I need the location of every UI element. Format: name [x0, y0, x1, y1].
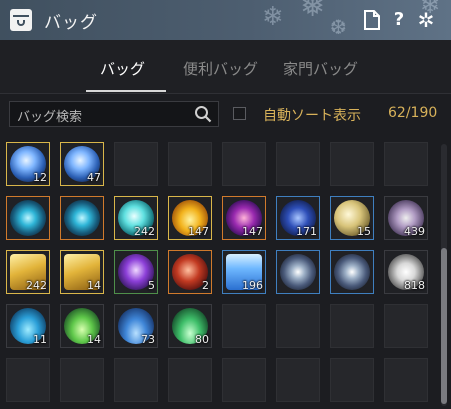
item-quantity: 242 — [134, 225, 155, 238]
item-quantity: 47 — [87, 171, 101, 184]
item-quantity: 2 — [202, 279, 209, 292]
inventory-slot-empty[interactable] — [6, 358, 50, 402]
inventory-grid: 12 47 242 147 147 171 15 439 242 14 5 2 196 818 11 14 73… — [6, 142, 436, 409]
inventory-slot-gold-ingot[interactable]: 14 — [60, 250, 104, 294]
window-title: バッグ — [44, 13, 98, 33]
item-quantity: 15 — [357, 225, 371, 238]
divider — [0, 93, 451, 94]
inventory-slot-gold-ingot[interactable]: 242 — [6, 250, 50, 294]
inventory-slot-empty[interactable] — [60, 358, 104, 402]
inventory-slot-silver-compass[interactable]: 439 — [384, 196, 428, 240]
inventory-slot-red-stone[interactable]: 2 — [168, 250, 212, 294]
inventory-slot-empty[interactable] — [222, 358, 266, 402]
item-quantity: 242 — [26, 279, 47, 292]
item-quantity: 80 — [195, 333, 209, 346]
item-quantity: 14 — [87, 333, 101, 346]
snowflake-decoration-icon: ❆ — [330, 15, 347, 39]
tab-convenience-bag[interactable]: 便利バッグ — [183, 58, 258, 79]
snowflake-decoration-icon: ❄ — [262, 2, 284, 32]
scrollbar-thumb[interactable] — [441, 248, 447, 404]
tab-family-bag[interactable]: 家門バッグ — [283, 58, 358, 79]
title-bar[interactable]: ❄ ❅ ❆ ❄ バッグ ? ✲ — [0, 0, 451, 40]
inventory-slot-blue-crystal-orb[interactable]: 12 — [6, 142, 50, 186]
help-icon[interactable]: ? — [389, 9, 409, 31]
inventory-slot-white-coral[interactable]: 818 — [384, 250, 428, 294]
bag-window: ❄ ❅ ❆ ❄ バッグ ? ✲ バッグ 便利バッグ 家門バッグ バッグ検索 自動… — [0, 0, 451, 409]
item-quantity: 171 — [296, 225, 317, 238]
auto-sort-label: 自動ソート表示 — [263, 108, 361, 124]
bag-capacity-count: 62/190 — [388, 105, 438, 121]
inventory-slot-empty[interactable] — [168, 142, 212, 186]
inventory-slot-amber-drop[interactable]: 147 — [168, 196, 212, 240]
item-quantity: 818 — [404, 279, 425, 292]
snowflake-decoration-icon: ❅ — [300, 0, 326, 24]
inventory-slot-empty[interactable] — [276, 358, 320, 402]
inventory-slot-empty[interactable] — [384, 304, 428, 348]
item-quantity: 147 — [242, 225, 263, 238]
settings-icon[interactable]: ✲ — [416, 9, 436, 31]
bag-icon — [10, 9, 32, 31]
inventory-slot-empty[interactable] — [168, 358, 212, 402]
inventory-slot-gem-plate[interactable] — [330, 250, 374, 294]
inventory-slot-empty[interactable] — [114, 142, 158, 186]
document-icon[interactable] — [364, 9, 384, 31]
inventory-slot-blue-potion[interactable]: 196 — [222, 250, 266, 294]
inventory-slot-blue-shell-coral[interactable]: 73 — [114, 304, 158, 348]
bag-tabs: バッグ 便利バッグ 家門バッグ — [0, 40, 451, 94]
inventory-slot-green-coral[interactable]: 14 — [60, 304, 104, 348]
inventory-slot-purple-crystal[interactable]: 5 — [114, 250, 158, 294]
inventory-slot-teal-eye-stone[interactable] — [60, 196, 104, 240]
active-tab-indicator — [86, 90, 166, 92]
inventory-slot-empty[interactable] — [330, 304, 374, 348]
inventory-slot-green-shell-coral[interactable]: 80 — [168, 304, 212, 348]
inventory-slot-glowing-teal-orb[interactable]: 242 — [114, 196, 158, 240]
auto-sort-checkbox[interactable] — [233, 107, 246, 120]
gem-plate-icon — [280, 254, 316, 290]
inventory-slot-pale-gold-pearl[interactable]: 15 — [330, 196, 374, 240]
inventory-slot-empty[interactable] — [114, 358, 158, 402]
inventory-slot-empty[interactable] — [222, 142, 266, 186]
search-icon[interactable] — [194, 105, 212, 123]
inventory-slot-dark-blue-shard[interactable]: 171 — [276, 196, 320, 240]
item-quantity: 147 — [188, 225, 209, 238]
teal-eye-stone-icon — [64, 200, 100, 236]
item-quantity: 11 — [33, 333, 47, 346]
inventory-slot-empty[interactable] — [222, 304, 266, 348]
inventory-slot-violet-shard[interactable]: 147 — [222, 196, 266, 240]
item-quantity: 73 — [141, 333, 155, 346]
inventory-slot-empty[interactable] — [384, 142, 428, 186]
inventory-slot-blue-coral[interactable]: 11 — [6, 304, 50, 348]
item-quantity: 5 — [148, 279, 155, 292]
bag-search-input[interactable]: バッグ検索 — [9, 101, 219, 127]
inventory-slot-empty[interactable] — [330, 358, 374, 402]
inventory-slot-gem-plate[interactable] — [276, 250, 320, 294]
item-quantity: 196 — [242, 279, 263, 292]
inventory-slot-empty[interactable] — [384, 358, 428, 402]
gem-plate-icon — [334, 254, 370, 290]
item-quantity: 439 — [404, 225, 425, 238]
inventory-slot-empty[interactable] — [276, 142, 320, 186]
inventory-slot-empty[interactable] — [330, 142, 374, 186]
search-placeholder: バッグ検索 — [17, 110, 83, 125]
inventory-slot-empty[interactable] — [276, 304, 320, 348]
item-quantity: 12 — [33, 171, 47, 184]
teal-eye-stone-icon — [10, 200, 46, 236]
tab-bag[interactable]: バッグ — [100, 58, 145, 79]
inventory-slot-blue-crystal-orb[interactable]: 47 — [60, 142, 104, 186]
inventory-slot-teal-eye-stone[interactable] — [6, 196, 50, 240]
item-quantity: 14 — [87, 279, 101, 292]
